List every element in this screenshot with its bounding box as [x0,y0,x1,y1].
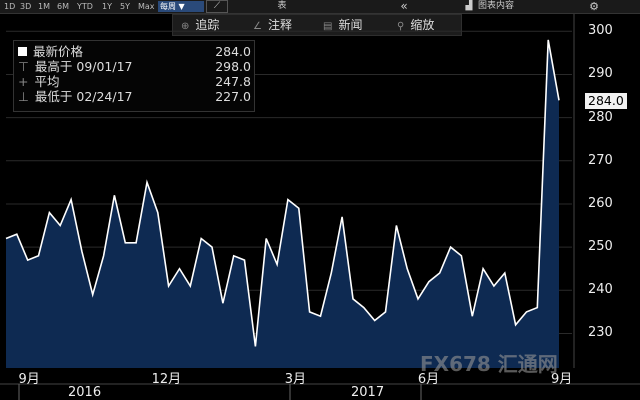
y-tick-label: 260 [588,195,613,211]
y-tick-label: 230 [588,325,613,341]
low-marker-icon: ⊥ [18,89,29,104]
legend-label: 最新价格 [33,44,84,59]
x-month-label: 3月 [284,372,307,387]
legend: 最新价格 284.0 ⊤ 最高于 09/01/17 298.0 + 平均 247.8… [13,40,255,112]
y-tick-label: 280 [588,109,613,125]
legend-row-last: 最新价格 284.0 [18,44,251,59]
last-price-swatch [18,47,27,56]
high-marker-icon: ⊤ [18,59,29,74]
y-tick-label: 240 [588,282,613,298]
x-month-label: 12月 [151,372,182,387]
legend-label: 最高于 09/01/17 [34,59,133,74]
legend-value: 247.8 [215,74,251,89]
average-marker-icon: + [18,74,29,89]
y-tick-label: 290 [588,66,613,82]
legend-label: 平均 [34,74,60,89]
legend-value: 227.0 [215,89,251,104]
legend-row-low: ⊥ 最低于 02/24/17 227.0 [18,89,251,104]
x-month-label: 9月 [18,372,40,387]
x-year-label: 2016 [68,385,102,400]
watermark: FX678 汇通网 [420,352,558,376]
y-tick-label: 250 [588,239,613,255]
legend-row-high: ⊤ 最高于 09/01/17 298.0 [18,59,251,74]
legend-value: 298.0 [215,59,251,74]
last-value-badge: 284.0 [585,93,627,109]
legend-row-avg: + 平均 247.8 [18,74,251,89]
legend-value: 284.0 [215,44,251,59]
legend-label: 最低于 02/24/17 [34,89,133,104]
y-tick-label: 300 [588,23,613,39]
y-tick-label: 270 [588,152,613,168]
x-year-label: 2017 [351,385,385,400]
